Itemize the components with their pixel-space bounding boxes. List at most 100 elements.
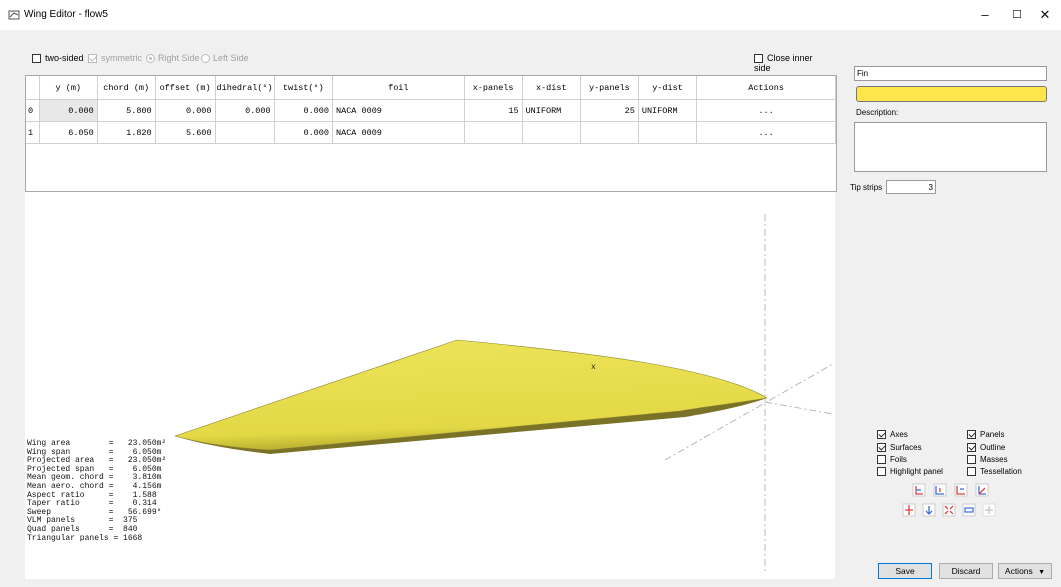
cell-chord[interactable]: 5.800 <box>97 99 156 122</box>
cell-y-panels[interactable]: 25 <box>580 99 639 122</box>
cell-x-panels[interactable] <box>464 121 523 144</box>
table-row[interactable]: 1 6.050 1.820 5.600 0.000 NACA 0009 ... <box>26 121 836 144</box>
cell-y-dist[interactable] <box>638 121 698 144</box>
wing-name-input[interactable] <box>854 66 1047 81</box>
cell-foil[interactable]: NACA 0009 <box>332 99 465 122</box>
panels-checkbox-box[interactable] <box>967 430 976 439</box>
flip-view-icon[interactable] <box>902 503 916 517</box>
row-index-header <box>26 76 40 100</box>
two-sided-checkbox[interactable]: two-sided <box>32 53 84 63</box>
masses-checkbox[interactable]: Masses <box>967 455 1008 464</box>
cell-x-dist[interactable]: UNIFORM <box>522 99 581 122</box>
cell-y[interactable]: 0.000 <box>39 99 98 122</box>
tessellation-checkbox[interactable]: Tessellation <box>967 467 1022 476</box>
wing-color-swatch[interactable] <box>856 86 1047 102</box>
close-inner-side-checkbox-box[interactable] <box>754 54 763 63</box>
cell-offset[interactable]: 0.000 <box>155 99 216 122</box>
view-x-icon[interactable] <box>912 483 926 497</box>
cell-chord[interactable]: 1.820 <box>97 121 156 144</box>
row-index: 0 <box>26 99 40 122</box>
panels-checkbox[interactable]: Panels <box>967 430 1004 439</box>
col-header-x-dist[interactable]: x-dist <box>522 76 581 100</box>
close-inner-side-checkbox[interactable]: Close inner side <box>754 53 828 73</box>
cell-y-panels[interactable] <box>580 121 639 144</box>
close-button[interactable]: ✕ <box>1030 4 1060 26</box>
cell-actions[interactable]: ... <box>696 99 836 122</box>
col-header-twist[interactable]: twist(°) <box>274 76 334 100</box>
outline-label: Outline <box>980 443 1006 452</box>
view-z-icon[interactable] <box>954 483 968 497</box>
col-header-dihedral[interactable]: dihedral(°) <box>215 76 275 100</box>
cell-foil[interactable]: NACA 0009 <box>332 121 465 144</box>
highlight-panel-checkbox[interactable]: Highlight panel <box>877 467 943 476</box>
foils-checkbox-box[interactable] <box>877 455 886 464</box>
col-header-y[interactable]: y (m) <box>39 76 98 100</box>
cg-marker: x <box>591 363 596 372</box>
two-sided-checkbox-box[interactable] <box>32 54 41 63</box>
save-button[interactable]: Save <box>878 563 932 579</box>
fit-view-icon[interactable] <box>942 503 956 517</box>
actions-button[interactable]: Actions ▼ <box>998 563 1052 579</box>
discard-button[interactable]: Discard <box>939 563 993 579</box>
description-textarea[interactable] <box>854 122 1047 172</box>
tessellation-checkbox-box[interactable] <box>967 467 976 476</box>
foils-label: Foils <box>890 455 907 464</box>
left-side-radio-dot[interactable] <box>201 54 210 63</box>
surfaces-checkbox[interactable]: Surfaces <box>877 443 922 452</box>
foils-checkbox[interactable]: Foils <box>877 455 907 464</box>
right-side-radio[interactable]: Right Side <box>146 53 200 63</box>
right-side-radio-dot[interactable] <box>146 54 155 63</box>
row-index: 1 <box>26 121 40 144</box>
cell-y[interactable]: 6.050 <box>39 121 98 144</box>
side-options: two-sided symmetric Right Side Left Side… <box>28 48 828 73</box>
wing-statistics: Wing area = 23.050m² Wing span = 6.050m Pr… <box>27 439 166 543</box>
view-iso-icon[interactable] <box>975 483 989 497</box>
chevron-down-icon: ▼ <box>1038 569 1046 576</box>
col-header-offset[interactable]: offset (m) <box>155 76 216 100</box>
tip-strips-input[interactable] <box>886 180 936 194</box>
table-row[interactable]: 0 0.000 5.800 0.000 0.000 0.000 NACA 000… <box>26 99 836 122</box>
outline-checkbox[interactable]: Outline <box>967 443 1005 452</box>
axes-checkbox[interactable]: Axes <box>877 430 908 439</box>
masses-checkbox-box[interactable] <box>967 455 976 464</box>
sections-grid: y (m) chord (m) offset (m) dihedral(°) t… <box>26 76 836 144</box>
cell-y-dist[interactable]: UNIFORM <box>638 99 698 122</box>
surfaces-label: Surfaces <box>890 443 922 452</box>
reset-view-icon[interactable] <box>922 503 936 517</box>
view-y-icon[interactable] <box>933 483 947 497</box>
cell-actions[interactable]: ... <box>696 121 836 144</box>
cell-x-dist[interactable] <box>522 121 581 144</box>
stat-line: Triangular panels = 1668 <box>27 533 143 543</box>
surfaces-checkbox-box[interactable] <box>877 443 886 452</box>
col-header-actions[interactable]: Actions <box>696 76 836 100</box>
wing-sections-table[interactable]: y (m) chord (m) offset (m) dihedral(°) t… <box>25 75 837 192</box>
actions-button-label: Actions <box>1004 566 1033 576</box>
outline-checkbox-box[interactable] <box>967 443 976 452</box>
cell-twist[interactable]: 0.000 <box>274 121 334 144</box>
col-header-foil[interactable]: foil <box>332 76 465 100</box>
cell-offset[interactable]: 5.600 <box>155 121 216 144</box>
cell-twist[interactable]: 0.000 <box>274 99 334 122</box>
axes-checkbox-box[interactable] <box>877 430 886 439</box>
right-side-label: Right Side <box>158 53 200 63</box>
cell-dihedral[interactable]: 0.000 <box>215 99 275 122</box>
col-header-y-panels[interactable]: y-panels <box>580 76 639 100</box>
col-header-x-panels[interactable]: x-panels <box>464 76 523 100</box>
axes-label: Axes <box>890 430 908 439</box>
col-header-chord[interactable]: chord (m) <box>97 76 156 100</box>
col-header-y-dist[interactable]: y-dist <box>638 76 698 100</box>
add-icon[interactable] <box>982 503 996 517</box>
highlight-panel-checkbox-box[interactable] <box>877 467 886 476</box>
left-side-radio[interactable]: Left Side <box>201 53 249 63</box>
symmetric-checkbox-box[interactable] <box>88 54 97 63</box>
symmetric-checkbox[interactable]: symmetric <box>88 53 142 63</box>
left-side-label: Left Side <box>213 53 249 63</box>
masses-label: Masses <box>980 455 1008 464</box>
clip-plane-icon[interactable] <box>962 503 976 517</box>
cell-x-panels[interactable]: 15 <box>464 99 523 122</box>
symmetric-label: symmetric <box>101 53 142 63</box>
cell-dihedral[interactable] <box>215 121 275 144</box>
minimize-button[interactable]: – <box>970 4 1000 26</box>
wing-3d-view[interactable]: x Wing area = 23.050m² Wing span = 6.050m… <box>25 192 835 579</box>
maximize-button[interactable]: ☐ <box>1002 4 1032 26</box>
